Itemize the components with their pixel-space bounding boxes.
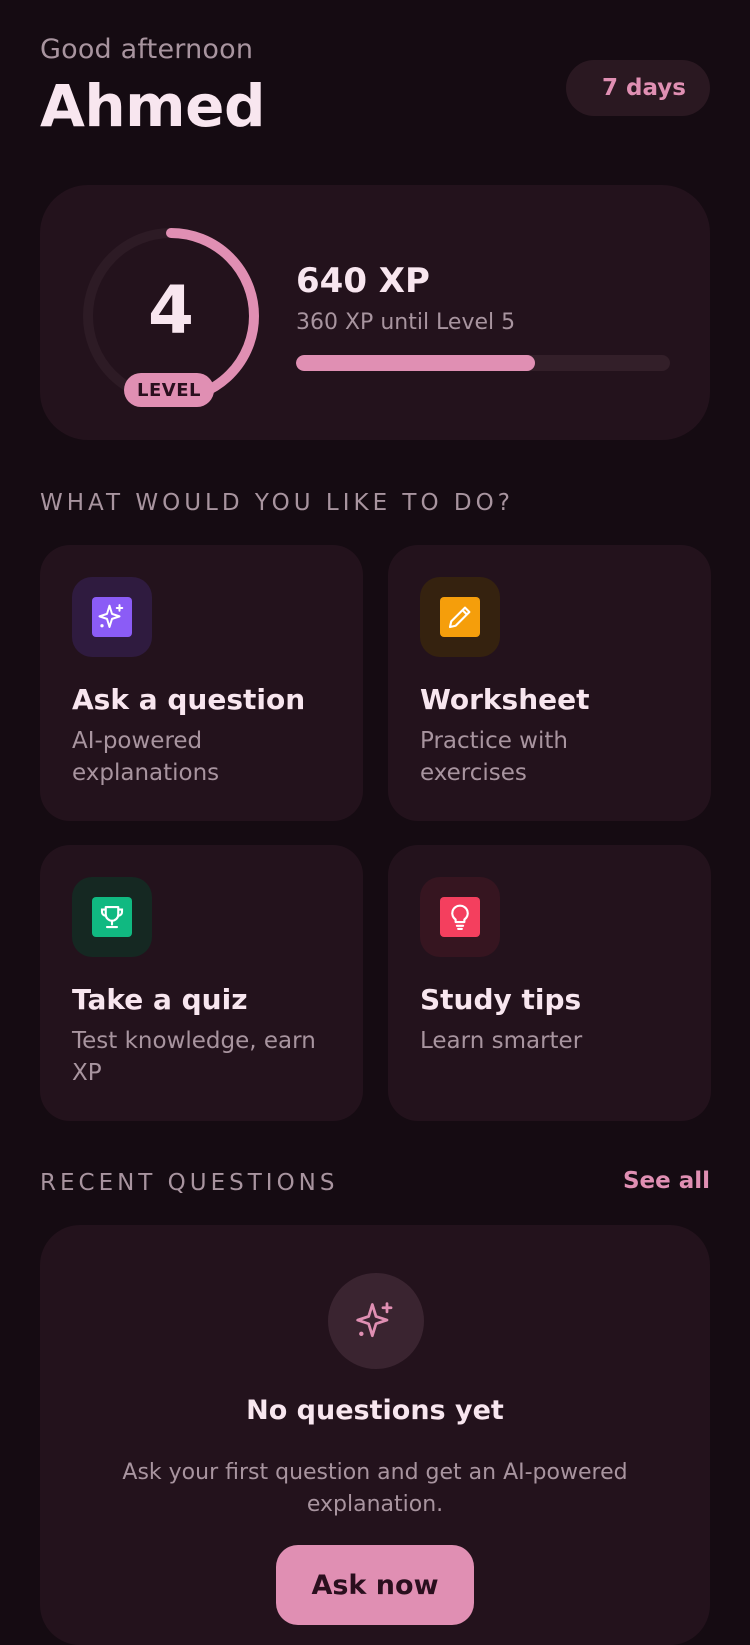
actions-section-title: WHAT WOULD YOU LIKE TO DO? — [40, 490, 514, 516]
xp-progress-fill — [296, 355, 536, 371]
ask-now-button[interactable]: Ask now — [276, 1545, 474, 1625]
recent-section-title: RECENT QUESTIONS — [40, 1170, 339, 1196]
xp-progress-bar — [296, 355, 670, 371]
study-tips-card[interactable]: Study tips Learn smarter — [388, 845, 711, 1121]
sparkle-icon — [92, 597, 132, 637]
take-quiz-card[interactable]: Take a quiz Test knowledge, earn XP — [40, 845, 363, 1121]
xp-until-next-level: 360 XP until Level 5 — [296, 310, 516, 335]
worksheet-title: Worksheet — [420, 683, 590, 716]
recent-questions-card: No questions yet Ask your first question… — [40, 1225, 710, 1645]
lightbulb-icon — [440, 897, 480, 937]
streak-badge[interactable]: 7 days — [566, 60, 710, 116]
greeting-text: Good afternoon — [40, 34, 254, 65]
see-all-link[interactable]: See all — [623, 1168, 710, 1194]
worksheet-icon-wrap — [420, 577, 500, 657]
level-badge: LEVEL — [124, 373, 214, 407]
study-tips-subtitle: Learn smarter — [420, 1028, 583, 1054]
ask-question-card[interactable]: Ask a question AI-powered explanations — [40, 545, 363, 821]
ask-question-subtitle: AI-powered explanations — [72, 728, 220, 786]
pencil-icon — [440, 597, 480, 637]
user-name: Ahmed — [40, 72, 265, 140]
study-tips-title: Study tips — [420, 983, 582, 1016]
home-header: Good afternoon Ahmed 7 days — [40, 34, 710, 144]
take-quiz-title: Take a quiz — [72, 983, 248, 1016]
worksheet-card[interactable]: Worksheet Practice with exercises — [388, 545, 711, 821]
trophy-icon — [92, 897, 132, 937]
study-tips-icon-wrap — [420, 877, 500, 957]
empty-state-title: No questions yet — [246, 1395, 504, 1426]
sparkle-icon — [328, 1273, 424, 1369]
empty-state-subtitle: Ask your first question and get an AI-po… — [122, 1460, 628, 1517]
worksheet-subtitle: Practice with exercises — [420, 728, 568, 786]
ask-question-title: Ask a question — [72, 683, 306, 716]
ask-question-icon-wrap — [72, 577, 152, 657]
take-quiz-icon-wrap — [72, 877, 152, 957]
level-progress-card[interactable]: 4 LEVEL 640 XP 360 XP until Level 5 — [40, 185, 710, 440]
take-quiz-subtitle: Test knowledge, earn XP — [72, 1028, 316, 1086]
xp-total: 640 XP — [296, 261, 430, 301]
